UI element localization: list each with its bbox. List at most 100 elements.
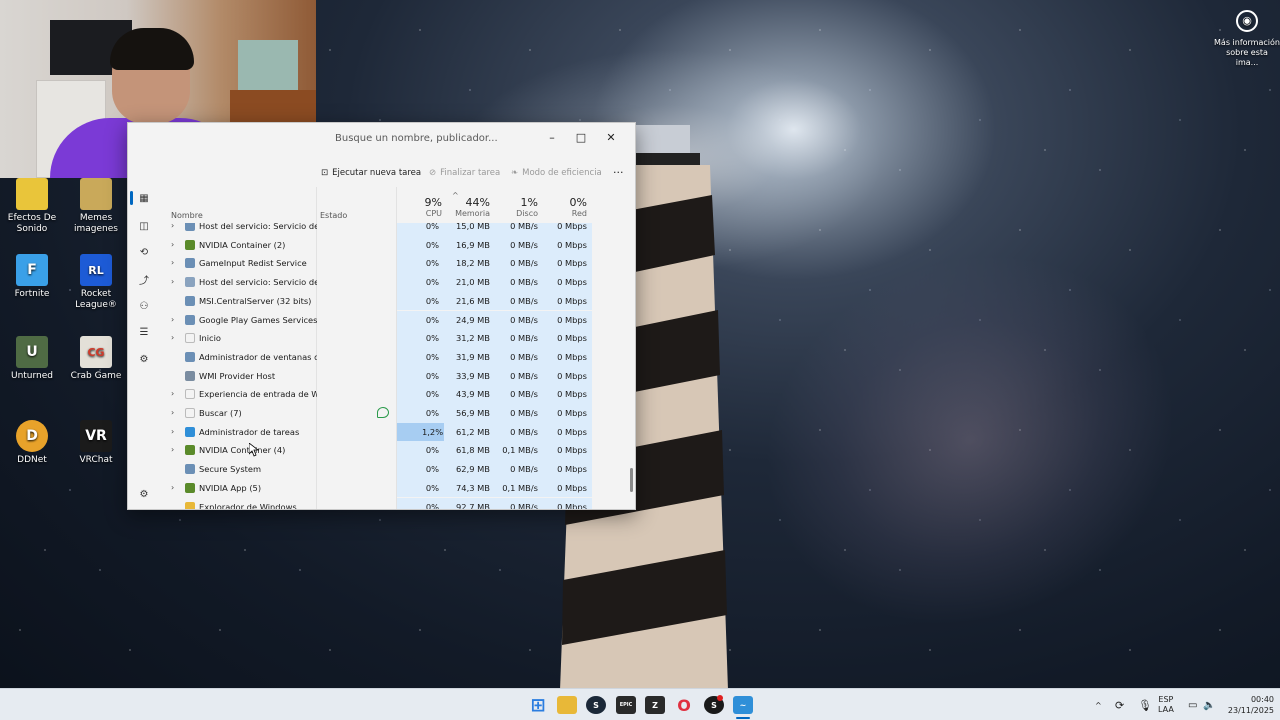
process-network: 0 Mbps: [557, 351, 587, 362]
steam-icon[interactable]: S: [586, 696, 606, 714]
process-cpu: 0%: [425, 445, 439, 456]
process-row[interactable]: MSI.CentralServer (32 bits) 0% 21,6 MB 0 MB…: [160, 291, 635, 311]
process-network: 0 Mbps: [557, 389, 587, 400]
process-row[interactable]: › Experiencia de entrada de Win... 0% 43,9 …: [160, 385, 635, 404]
expand-chevron-icon[interactable]: ›: [171, 408, 174, 417]
desktop-icon[interactable]: Efectos De Sonido: [0, 178, 64, 235]
expand-chevron-icon[interactable]: ›: [171, 483, 174, 492]
process-row[interactable]: › GameInput Redist Service 0% 18,2 MB 0 MB/s…: [160, 254, 635, 274]
process-icon: [185, 445, 195, 456]
process-cpu: 0%: [425, 370, 439, 381]
details-icon[interactable]: ☰: [137, 325, 151, 339]
settings-icon[interactable]: ⚙: [137, 487, 151, 501]
memory-label: Memoria: [455, 209, 490, 218]
sync-icon[interactable]: ⟳: [1115, 689, 1124, 720]
process-row[interactable]: › Inicio 0% 31,2 MB 0 MB/s 0 Mbps: [160, 329, 635, 348]
efficiency-leaf-icon: [377, 407, 389, 418]
startup-apps-icon[interactable]: ⤴: [137, 272, 151, 287]
expand-chevron-icon[interactable]: ›: [171, 240, 174, 249]
expand-chevron-icon[interactable]: ›: [171, 315, 174, 324]
task-manager-taskbar-icon[interactable]: ~: [733, 696, 753, 714]
run-new-task-label: Ejecutar nueva tarea: [332, 168, 422, 178]
process-name: NVIDIA App (5): [199, 482, 262, 493]
more-options-button[interactable]: ···: [613, 166, 624, 179]
process-memory: 92,7 MB: [456, 501, 490, 510]
efficiency-mode-button[interactable]: ❧ Modo de eficiencia: [511, 168, 602, 178]
desktop-icon[interactable]: RL Rocket League®: [64, 254, 128, 311]
process-row[interactable]: Secure System 0% 62,9 MB 0 MB/s 0 Mbps: [160, 460, 635, 479]
expand-chevron-icon[interactable]: ›: [171, 277, 174, 286]
expand-chevron-icon[interactable]: ›: [171, 445, 174, 454]
process-row[interactable]: › Host del servicio: Servicio de r... 0% 15…: [160, 223, 635, 236]
desktop-icon[interactable]: VR VRChat: [64, 420, 128, 466]
processes-icon[interactable]: ▦: [137, 191, 151, 205]
microphone-icon[interactable]: 🎙: [1138, 689, 1152, 720]
search-input[interactable]: Busque un nombre, publicador...: [318, 129, 518, 151]
process-row[interactable]: Administrador de ventanas de... 0% 31,9 MB…: [160, 347, 635, 367]
process-icon: [185, 482, 195, 493]
end-task-button[interactable]: ⊘ Finalizar tarea: [429, 168, 500, 178]
app-history-icon[interactable]: ⟲: [137, 245, 151, 259]
desktop-icon[interactable]: D DDNet: [0, 420, 64, 466]
process-row[interactable]: › Host del servicio: Servicio de d... 0% 21…: [160, 273, 635, 292]
run-task-icon: ⊡: [321, 168, 329, 178]
file-explorer-icon[interactable]: [557, 696, 577, 714]
performance-icon[interactable]: ◫: [137, 219, 151, 233]
desktop-icon[interactable]: U Unturned: [0, 336, 64, 382]
folder-icon: [16, 178, 48, 210]
spotlight-info[interactable]: ◉ Más información sobre esta ima...: [1214, 8, 1280, 68]
expand-chevron-icon[interactable]: ›: [171, 223, 174, 230]
close-button[interactable]: ✕: [596, 125, 626, 149]
active-app-indicator: [736, 717, 750, 719]
process-row[interactable]: › Buscar (7) 0% 56,9 MB 0 MB/s 0 Mbps: [160, 404, 635, 423]
desktop-icon[interactable]: CG Crab Game: [64, 336, 128, 382]
volume-icon[interactable]: 🔈: [1203, 689, 1215, 720]
expand-chevron-icon[interactable]: ›: [171, 389, 174, 398]
process-row[interactable]: › Administrador de tareas 1,2% 61,2 MB 0 MB/…: [160, 422, 635, 442]
task-manager-window: Busque un nombre, publicador... – □ ✕ ⊡ …: [127, 122, 636, 510]
maximize-button[interactable]: □: [566, 125, 596, 149]
process-name: Host del servicio: Servicio de d...: [199, 277, 317, 288]
process-network: 0 Mbps: [557, 445, 587, 456]
epic-games-icon[interactable]: EPIC: [616, 696, 636, 714]
process-row[interactable]: › NVIDIA Container (2) 0% 16,9 MB 0 MB/s 0 Mb…: [160, 235, 635, 255]
process-memory: 21,0 MB: [456, 277, 490, 288]
show-hidden-icons-button[interactable]: ^: [1095, 689, 1102, 720]
app-z-icon[interactable]: Z: [645, 696, 665, 714]
process-row[interactable]: › NVIDIA App (5) 0% 74,3 MB 0,1 MB/s 0 Mbps: [160, 478, 635, 498]
language-indicator[interactable]: ESP LAA: [1158, 689, 1174, 720]
users-icon[interactable]: ⚇: [137, 299, 151, 313]
process-row[interactable]: WMI Provider Host 0% 33,9 MB 0 MB/s 0 Mbps: [160, 366, 635, 386]
expand-chevron-icon[interactable]: ›: [171, 258, 174, 267]
expand-chevron-icon[interactable]: ›: [171, 427, 174, 436]
process-name: Host del servicio: Servicio de r...: [199, 223, 317, 231]
process-row[interactable]: › Google Play Games Services 0% 24,9 MB 0 MB…: [160, 310, 635, 330]
sidebar-nav: ▦ ◫ ⟲ ⤴ ⚇ ☰ ⚙ ⚙: [128, 179, 160, 509]
expand-chevron-icon[interactable]: ›: [171, 333, 174, 342]
clock[interactable]: 00:40 23/11/2025: [1222, 694, 1274, 716]
process-memory: 61,8 MB: [456, 445, 490, 456]
process-icon: [185, 426, 195, 437]
start-button[interactable]: ⊞: [528, 695, 548, 716]
network-icon[interactable]: ▭: [1188, 689, 1197, 720]
scrollbar-thumb[interactable]: [630, 468, 633, 492]
process-row[interactable]: Explorador de Windows 0% 92,7 MB 0 MB/s 0 Mb…: [160, 497, 635, 510]
run-new-task-button[interactable]: ⊡ Ejecutar nueva tarea: [321, 168, 421, 178]
minimize-button[interactable]: –: [537, 125, 567, 149]
desktop-icon-label: Efectos De Sonido: [7, 213, 57, 234]
process-row[interactable]: › NVIDIA Container (4) 0% 61,8 MB 0,1 MB/s 0 …: [160, 441, 635, 461]
process-disk: 0 MB/s: [510, 223, 538, 231]
process-name: MSI.CentralServer (32 bits): [199, 295, 312, 306]
process-disk: 0 MB/s: [510, 333, 538, 344]
process-memory: 31,2 MB: [456, 333, 490, 344]
services-icon[interactable]: ⚙: [137, 352, 151, 366]
clock-time: 00:40: [1250, 695, 1274, 704]
opera-icon[interactable]: O: [674, 696, 694, 715]
process-memory: 61,2 MB: [456, 426, 490, 437]
desktop-icon[interactable]: Memes imagenes: [64, 178, 128, 235]
process-name: Google Play Games Services: [199, 314, 317, 325]
desktop-icon-label: Fortnite: [14, 289, 50, 299]
desktop-icon[interactable]: F Fortnite: [0, 254, 64, 300]
process-cpu: 1,2%: [422, 426, 444, 437]
process-memory: 16,9 MB: [456, 239, 490, 250]
